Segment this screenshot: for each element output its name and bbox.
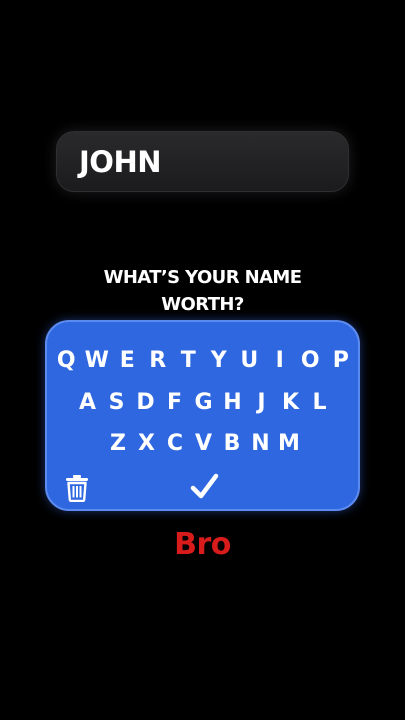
key-x[interactable]: X	[133, 429, 161, 459]
key-q[interactable]: Q	[52, 346, 80, 376]
key-v[interactable]: V	[190, 429, 218, 459]
key-c[interactable]: C	[161, 429, 189, 459]
key-g[interactable]: G	[190, 388, 218, 418]
result-text: Bro	[174, 527, 231, 562]
name-value: JOHN	[79, 144, 161, 179]
key-a[interactable]: A	[74, 388, 102, 418]
prompt-line-1: WHAT’S YOUR NAME	[103, 267, 302, 288]
confirm-button[interactable]	[187, 470, 221, 504]
key-k[interactable]: K	[277, 388, 305, 418]
key-h[interactable]: H	[219, 388, 247, 418]
key-e[interactable]: E	[113, 346, 141, 376]
key-w[interactable]: W	[83, 346, 111, 376]
key-n[interactable]: N	[247, 429, 275, 459]
key-j[interactable]: J	[248, 388, 276, 418]
name-display-field: JOHN	[56, 131, 349, 192]
key-z[interactable]: Z	[104, 429, 132, 459]
key-s[interactable]: S	[103, 388, 131, 418]
prompt-title: WHAT’S YOUR NAME WORTH?	[0, 264, 405, 318]
key-p[interactable]: P	[327, 346, 355, 376]
key-l[interactable]: L	[306, 388, 334, 418]
trash-icon	[66, 475, 88, 503]
checkmark-icon	[190, 473, 219, 499]
letter-keyboard: QWERTYUIOP ASDFGHJKL ZXCVBNM	[45, 320, 360, 511]
key-o[interactable]: O	[296, 346, 324, 376]
key-d[interactable]: D	[132, 388, 160, 418]
key-t[interactable]: T	[174, 346, 202, 376]
key-u[interactable]: U	[235, 346, 263, 376]
key-b[interactable]: B	[218, 429, 246, 459]
key-r[interactable]: R	[144, 346, 172, 376]
key-m[interactable]: M	[275, 429, 303, 459]
key-i[interactable]: I	[266, 346, 294, 376]
prompt-line-2: WORTH?	[161, 294, 244, 315]
key-y[interactable]: Y	[205, 346, 233, 376]
delete-button[interactable]	[64, 474, 90, 503]
key-f[interactable]: F	[161, 388, 189, 418]
